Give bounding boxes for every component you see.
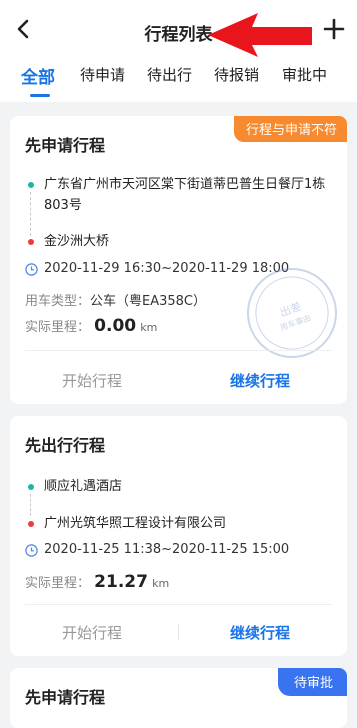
clock-icon [25,544,38,557]
mileage-value: 0.00 [94,316,137,336]
trip-purpose-stamp: 出差 用车事由 [247,268,337,358]
destination-address: 广州光筑华照工程设计有限公司 [44,516,227,531]
red-arrow-annotation [208,13,312,57]
mileage-row: 实际里程： 0.00 km [25,316,157,336]
continue-trip-button[interactable]: 继续行程 [230,622,290,643]
mileage-row: 实际里程： 21.27 km [25,572,169,592]
trip-time: 2020-11-25 11:38~2020-11-25 15:00 [44,542,290,557]
tab-pending-reimburse[interactable]: 待报销 [214,64,259,85]
destination-address: 金沙洲大桥 [44,234,110,249]
vehicle-type-label: 用车类型： [25,294,91,309]
status-badge: 行程与申请不符 [233,116,347,142]
origin-address: 广东省广州市天河区棠下街道蒂巴普生日餐厅1栋803号 [44,177,326,213]
top-bar: 行程列表 [0,0,357,58]
status-badge: 待审批 [277,668,347,696]
start-trip-button[interactable]: 开始行程 [62,622,122,643]
card-divider [25,604,332,605]
trip-card-title: 先出行行程 [25,436,106,455]
mileage-label: 实际里程： [25,320,91,335]
origin-dot [28,182,34,188]
trip-card-title: 先申请行程 [25,688,106,707]
tab-in-approval[interactable]: 审批中 [282,64,327,85]
clock-icon [25,263,38,276]
start-trip-button[interactable]: 开始行程 [62,370,122,391]
trip-card[interactable]: 先出行行程 顺应礼遇酒店 广州光筑华照工程设计有限公司 2020-11-25 1… [10,416,347,656]
tab-all[interactable]: 全部 [21,63,55,88]
vehicle-type-row: 用车类型：公车（粤EA358C） [25,290,206,309]
plus-icon[interactable] [323,18,345,40]
mileage-label: 实际里程： [25,576,91,591]
destination-dot [28,521,34,527]
origin-address: 顺应礼遇酒店 [44,479,123,494]
mileage-value: 21.27 [94,572,148,592]
card-divider [25,350,332,351]
destination-dot [28,239,34,245]
route-line [30,494,31,516]
filter-tabs: 全部 待申请 待出行 待报销 审批中 [0,58,357,102]
vehicle-type-value: 公车（粤EA358C） [90,294,207,309]
button-separator [178,624,179,640]
active-tab-indicator [30,94,50,97]
trip-card-title: 先申请行程 [25,136,106,155]
tab-pending-apply[interactable]: 待申请 [80,64,125,85]
mileage-unit: km [152,577,170,590]
mileage-unit: km [140,321,158,334]
trip-card[interactable]: 先申请行程 行程与申请不符 广东省广州市天河区棠下街道蒂巴普生日餐厅1栋803号… [10,116,347,404]
trip-card[interactable]: 先申请行程 待审批 [10,668,347,728]
continue-trip-button[interactable]: 继续行程 [230,370,290,391]
tab-pending-trip[interactable]: 待出行 [147,64,192,85]
route-line [30,192,31,236]
origin-dot [28,484,34,490]
